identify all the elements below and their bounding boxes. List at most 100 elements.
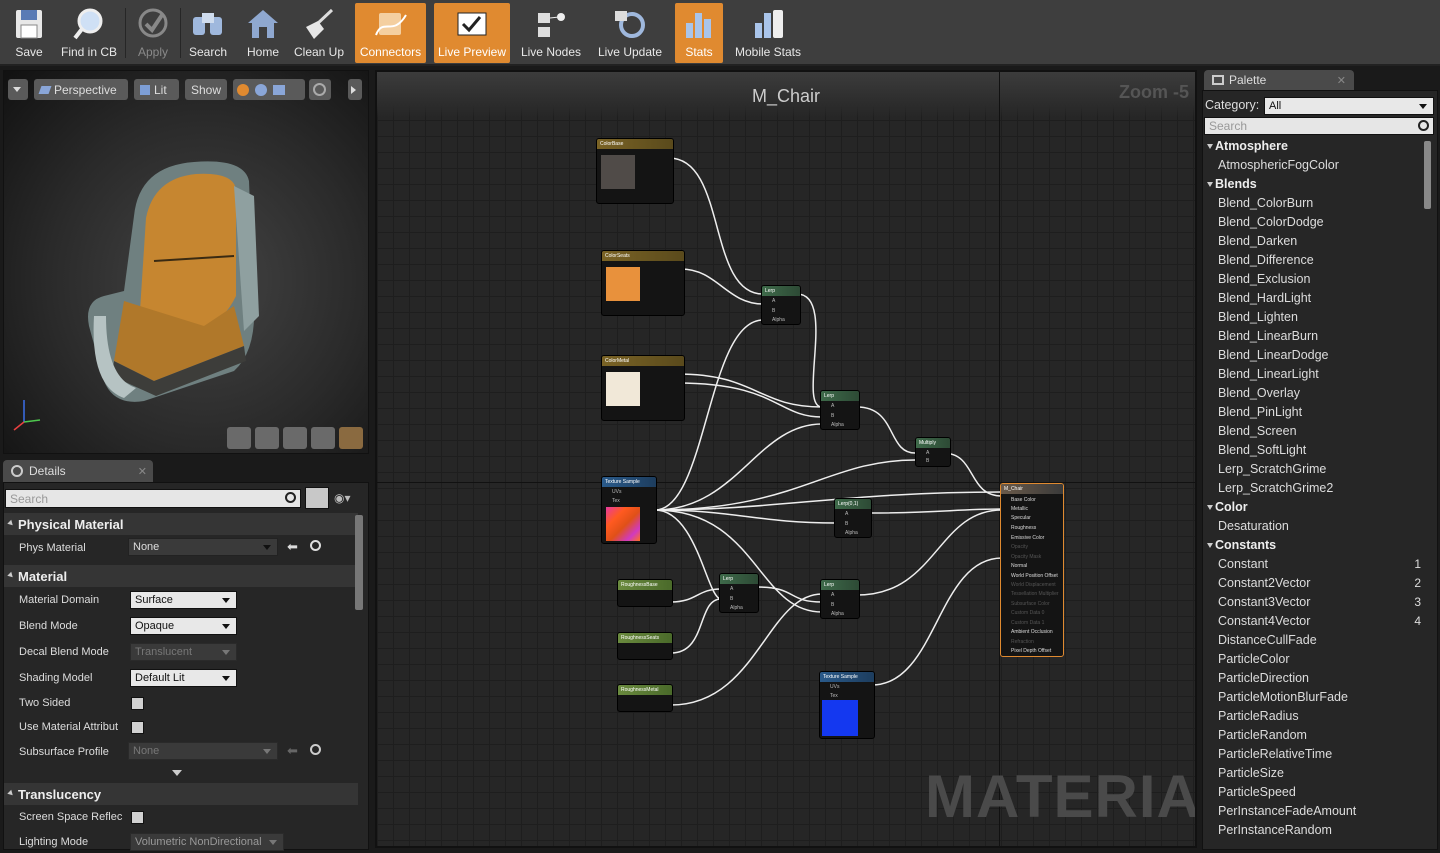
palette-item[interactable]: ParticleRandom [1218,728,1307,742]
node-multiply[interactable]: Multiply A B [915,437,951,467]
node-colorseats[interactable]: ColorSeats [601,250,685,316]
node-colormetal[interactable]: ColorMetal [601,355,685,421]
palette-item[interactable]: Blend_ColorDodge [1218,215,1324,229]
palette-item[interactable]: Blend_HardLight [1218,291,1311,305]
use-material-attributes-checkbox[interactable] [131,721,144,734]
palette-item[interactable]: Blend_Difference [1218,253,1314,267]
category-physical-material[interactable]: Physical Material [4,513,358,535]
palette-item[interactable]: ParticleSize [1218,766,1284,780]
node-roughness-seats[interactable]: RoughnessSeats [617,632,673,660]
palette-item[interactable]: Lerp_ScratchGrime2 [1218,481,1333,495]
palette-item[interactable]: Blend_PinLight [1218,405,1302,419]
collapse-triangle-icon[interactable] [1207,543,1213,548]
material-domain-dropdown[interactable]: Surface [130,591,237,609]
lit-button[interactable]: Lit [134,79,179,100]
palette-item[interactable]: PerInstanceFadeAmount [1218,804,1356,818]
shading-model-dropdown[interactable]: Default Lit [130,669,237,687]
node-roughness-metal[interactable]: RoughnessMetal [617,684,673,712]
cube-shape-button[interactable] [311,427,335,449]
perspective-button[interactable]: Perspective [34,79,128,100]
decal-blend-mode-dropdown[interactable]: Translucent [130,643,237,661]
live-preview-button[interactable]: Live Preview [434,3,510,63]
palette-item[interactable]: Blend_Exclusion [1218,272,1310,286]
palette-item[interactable]: Constant [1218,557,1268,571]
sphere-shape-button[interactable] [255,427,279,449]
result-pin[interactable]: Pixel Depth Offset [1011,648,1051,654]
lighting-mode-dropdown[interactable]: Volumetric NonDirectional [130,833,284,851]
palette-category[interactable]: Atmosphere [1207,139,1288,153]
palette-search-input[interactable]: Search [1204,117,1434,135]
result-pin[interactable]: Opacity [1011,544,1028,550]
close-icon[interactable]: ✕ [138,465,147,478]
palette-item[interactable]: ParticleDirection [1218,671,1309,685]
palette-item[interactable]: Constant3Vector [1218,595,1310,609]
palette-item[interactable]: DistanceCullFade [1218,633,1317,647]
result-pin[interactable]: World Position Offset [1011,573,1058,579]
palette-item[interactable]: AtmosphericFogColor [1218,158,1339,172]
palette-item[interactable]: Desaturation [1218,519,1289,533]
palette-item[interactable]: Blend_LinearBurn [1218,329,1318,343]
save-button[interactable]: Save [6,3,52,63]
subsurface-profile-dropdown[interactable]: None [128,742,278,760]
preview-viewport[interactable]: Perspective Lit Show [3,70,369,454]
details-search-input[interactable]: Search [5,489,301,508]
result-pin[interactable]: Subsurface Color [1011,601,1050,607]
collapse-triangle-icon[interactable] [1207,144,1213,149]
palette-item[interactable]: ParticleRelativeTime [1218,747,1332,761]
collapse-triangle-icon[interactable] [1207,505,1213,510]
palette-item[interactable]: Blend_LinearDodge [1218,348,1329,362]
stats-button[interactable]: Stats [675,3,723,63]
view-options-eye-icon[interactable]: ◉▾ [334,491,364,505]
palette-item[interactable]: Blend_Lighten [1218,310,1298,324]
palette-item[interactable]: Lerp_ScratchGrime [1218,462,1326,476]
result-pin[interactable]: Tessellation Multiplier [1011,591,1059,597]
material-graph[interactable]: M_Chair Zoom -5 MATERIAL [375,70,1197,848]
palette-item[interactable]: Constant2Vector [1218,576,1310,590]
cylinder-shape-button[interactable] [227,427,251,449]
category-dropdown[interactable]: All [1264,97,1434,115]
node-lerp-2[interactable]: Lerp A B Alpha [820,390,860,430]
close-icon[interactable]: ✕ [1337,74,1346,87]
mesh-shape-button[interactable] [339,427,363,449]
palette-item[interactable]: Blend_SoftLight [1218,443,1306,457]
home-button[interactable]: Home [240,3,286,63]
collapse-triangle-icon[interactable] [1207,182,1213,187]
apply-button[interactable]: Apply [130,3,176,63]
find-in-cb-button[interactable]: Find in CB [58,3,120,63]
category-translucency[interactable]: Translucency [4,783,358,805]
realtime-buttons[interactable] [233,79,305,100]
result-pin[interactable]: Ambient Occlusion [1011,629,1053,635]
palette-item[interactable]: ParticleMotionBlurFade [1218,690,1348,704]
node-texture-sample[interactable]: Texture Sample UVs Tex [601,476,657,544]
node-texture-sample-normal[interactable]: Texture Sample UVs Tex [819,671,875,739]
node-result-m-chair[interactable]: M_Chair Base Color Metallic Specular Roughn… [1000,483,1064,657]
result-pin[interactable]: Specular [1011,515,1031,521]
palette-scrollbar[interactable] [1424,141,1431,209]
node-lerp-1[interactable]: Lerp A B Alpha [761,285,801,325]
result-pin[interactable]: Normal [1011,563,1027,569]
plane-shape-button[interactable] [283,427,307,449]
viewport-options-button[interactable] [8,79,28,100]
node-lerp-3[interactable]: Lerp A B Alpha [719,573,759,613]
globe-button[interactable] [309,79,331,100]
palette-item[interactable]: ParticleColor [1218,652,1290,666]
palette-tab[interactable]: Palette ✕ [1204,70,1354,90]
palette-category[interactable]: Color [1207,500,1248,514]
palette-item[interactable]: Blend_Darken [1218,234,1297,248]
result-pin[interactable]: Opacity Mask [1011,554,1041,560]
result-pin[interactable]: Base Color [1011,497,1036,503]
category-material[interactable]: Material [4,565,358,587]
palette-item[interactable]: Blend_LinearLight [1218,367,1319,381]
palette-item[interactable]: Blend_ColorBurn [1218,196,1313,210]
result-pin[interactable]: Roughness [1011,525,1036,531]
palette-item[interactable]: Constant4Vector [1218,614,1310,628]
palette-item[interactable]: Blend_Overlay [1218,386,1300,400]
blend-mode-dropdown[interactable]: Opaque [130,617,237,635]
node-colorbase[interactable]: ColorBase [596,138,674,204]
live-update-button[interactable]: Live Update [594,3,666,63]
palette-category[interactable]: Blends [1207,177,1257,191]
details-tab[interactable]: Details ✕ [3,460,153,482]
connectors-button[interactable]: Connectors [355,3,426,63]
details-scrollbar[interactable] [355,515,363,610]
arrow-left-icon[interactable]: ⬅ [287,539,298,555]
